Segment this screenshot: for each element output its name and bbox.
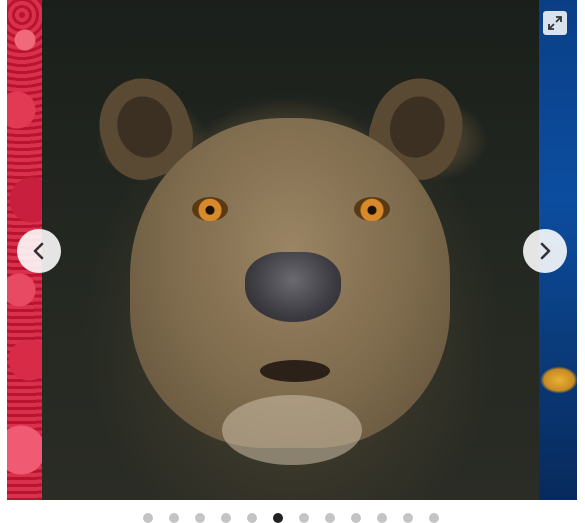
slide-dot[interactable] bbox=[220, 513, 231, 523]
slide-dot[interactable] bbox=[402, 513, 413, 523]
slide-dot[interactable] bbox=[428, 513, 439, 523]
lion-nose bbox=[245, 252, 341, 322]
previous-slide-button[interactable] bbox=[17, 229, 61, 273]
slide-dot[interactable] bbox=[350, 513, 361, 523]
lion-chin bbox=[222, 395, 362, 465]
slide-lioness bbox=[42, 0, 539, 500]
chevron-right-icon bbox=[540, 242, 551, 260]
slide-dot[interactable] bbox=[142, 513, 153, 523]
lion-left-eye bbox=[192, 197, 228, 221]
slide-dot[interactable] bbox=[168, 513, 179, 523]
next-slide-button[interactable] bbox=[523, 229, 567, 273]
slide-dot[interactable] bbox=[324, 513, 335, 523]
slide-dot[interactable] bbox=[376, 513, 387, 523]
fullscreen-button[interactable] bbox=[543, 11, 567, 35]
lion-mouth bbox=[260, 360, 330, 382]
lion-right-eye bbox=[354, 197, 390, 221]
slide-indicator-dots bbox=[0, 513, 583, 523]
slide-dot[interactable] bbox=[272, 513, 283, 523]
expand-icon bbox=[548, 16, 562, 30]
chevron-left-icon bbox=[33, 242, 44, 260]
slide-dot[interactable] bbox=[194, 513, 205, 523]
slide-dot[interactable] bbox=[246, 513, 257, 523]
slide-dot[interactable] bbox=[298, 513, 309, 523]
image-carousel[interactable] bbox=[7, 0, 577, 500]
